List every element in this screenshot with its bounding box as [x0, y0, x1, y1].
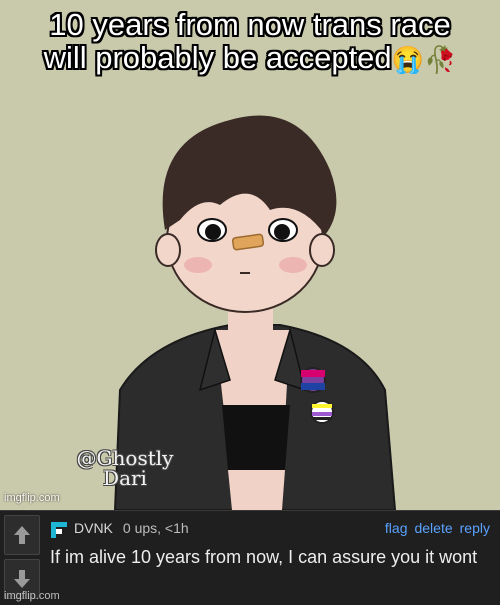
blush-left	[184, 257, 212, 273]
bi-pin-pink	[301, 370, 325, 377]
caption-line-1: 10 years from now trans race	[49, 7, 451, 42]
comment: DVNK 0 ups, <1h flag delete reply If im ali…	[0, 510, 500, 605]
upvote-button[interactable]	[4, 515, 40, 555]
flag-link[interactable]: flag	[385, 520, 408, 536]
ear-right	[309, 233, 335, 267]
arrow-up-icon	[14, 526, 30, 544]
nb-pin-black	[312, 417, 332, 420]
meme-image: 10 years from now trans race will probab…	[0, 0, 500, 510]
comment-username[interactable]: DVNK	[74, 520, 113, 536]
reply-link[interactable]: reply	[460, 520, 490, 536]
comment-meta: DVNK 0 ups, <1h	[74, 520, 189, 536]
character-illustration	[113, 115, 397, 510]
comment-text: If im alive 10 years from now, I can ass…	[50, 547, 478, 567]
arrow-down-icon	[14, 570, 30, 588]
artist-signature: @Ghostly Dari	[76, 446, 174, 490]
comment-ups: 0 ups, <1h	[122, 520, 189, 536]
vote-controls	[4, 515, 40, 599]
imgflip-watermark: imgflip.com	[4, 492, 60, 504]
nb-pin-yellow	[312, 404, 332, 408]
delete-link[interactable]: delete	[414, 520, 452, 536]
belly	[228, 470, 285, 510]
user-avatar-icon[interactable]	[50, 521, 68, 539]
imgflip-watermark-comment: imgflip.com	[4, 590, 60, 602]
crop-top	[222, 405, 290, 470]
nb-pin-purple	[312, 412, 332, 416]
bi-pin-blue	[301, 383, 325, 390]
pupil-left	[205, 224, 221, 240]
blush-right	[279, 257, 307, 273]
comment-actions: flag delete reply	[378, 520, 490, 536]
page: 10 years from now trans race will probab…	[0, 0, 500, 605]
pupil-right	[274, 224, 290, 240]
ear-left	[155, 233, 181, 267]
